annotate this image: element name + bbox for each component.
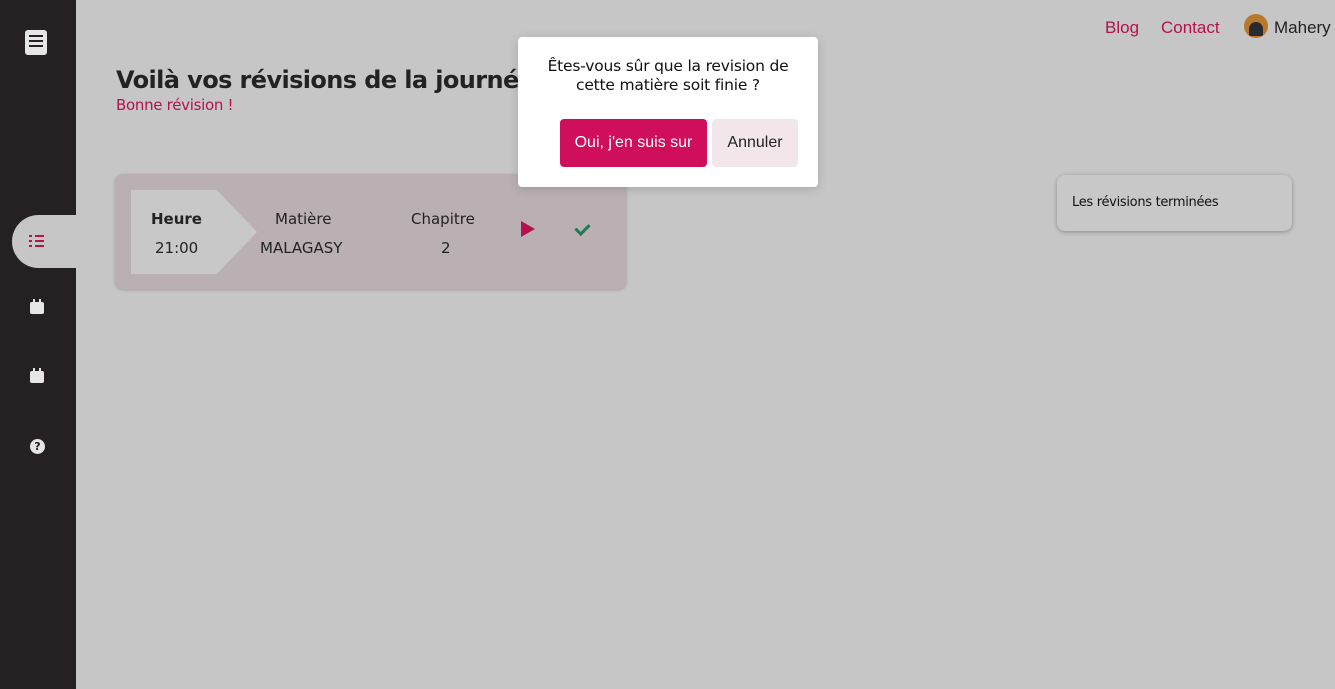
finished-revisions-panel[interactable]: Les révisions terminées xyxy=(1057,175,1292,231)
page-subtitle: Bonne révision ! xyxy=(116,96,234,114)
page-title: Voilà vos révisions de la journée xyxy=(116,66,535,94)
time-header: Heure xyxy=(151,210,202,228)
revision-card: Heure 21:00 Matière MALAGASY Chapitre 2 xyxy=(115,174,626,289)
sidebar: ? xyxy=(0,0,76,689)
avatar[interactable] xyxy=(1244,14,1268,38)
subject-value: MALAGASY xyxy=(260,239,343,257)
subject-header: Matière xyxy=(275,210,332,228)
nav-link-blog[interactable]: Blog xyxy=(1105,18,1139,38)
time-value: 21:00 xyxy=(155,239,199,257)
username[interactable]: Mahery xyxy=(1274,18,1331,38)
calendar-icon[interactable] xyxy=(26,297,48,319)
chapter-header: Chapitre xyxy=(411,210,475,228)
finished-revisions-label: Les révisions terminées xyxy=(1072,195,1219,210)
cancel-button[interactable]: Annuler xyxy=(712,119,798,167)
dialog-message: Êtes-vous sûr que la revision de cette m… xyxy=(547,57,789,94)
calendar-grid-icon[interactable] xyxy=(26,366,48,388)
confirm-button[interactable]: Oui, j'en suis sur xyxy=(560,119,707,167)
list-check-icon[interactable] xyxy=(26,230,48,252)
book-logo-icon[interactable] xyxy=(25,30,47,55)
confirm-dialog: Êtes-vous sûr que la revision de cette m… xyxy=(518,37,818,187)
check-icon[interactable] xyxy=(574,220,592,238)
time-badge xyxy=(131,190,257,274)
chapter-value: 2 xyxy=(441,239,451,257)
help-circle-icon[interactable]: ? xyxy=(26,435,48,457)
nav-link-contact[interactable]: Contact xyxy=(1161,18,1220,38)
play-icon[interactable] xyxy=(521,221,535,237)
